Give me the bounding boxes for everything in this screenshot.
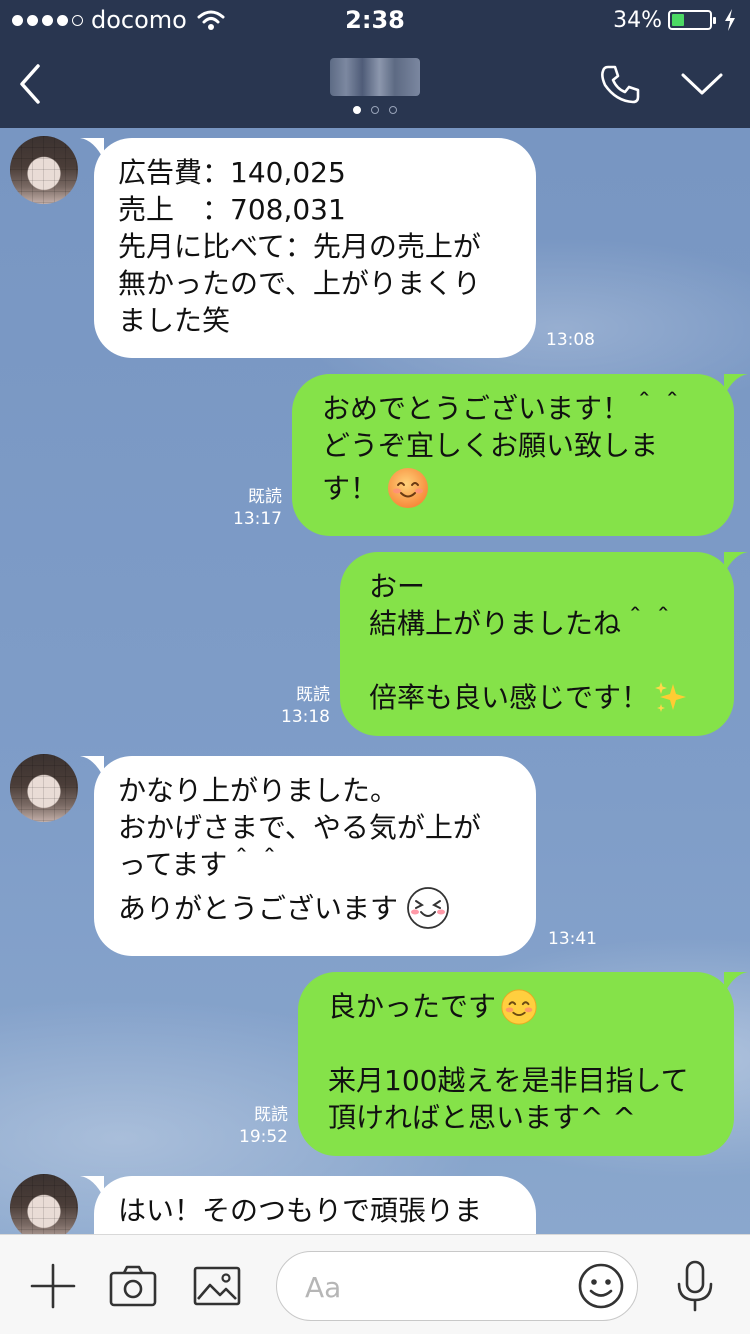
message-input-bar: Aa: [0, 1234, 750, 1334]
image-icon[interactable]: [192, 1261, 242, 1311]
avatar[interactable]: [10, 136, 78, 204]
message-bubble-outgoing[interactable]: おめでとうございます！＾＾ どうぞ宜しくお願い致しま す！: [292, 374, 748, 536]
message-line: 広告費：140,025: [118, 156, 346, 189]
message-line: す！: [322, 471, 379, 505]
message-line: かなり上がりました。: [118, 774, 399, 807]
bubble-tail: [724, 972, 748, 994]
blushing-face-emoji: [501, 988, 537, 1025]
message-line: 売上 ：708,031: [118, 193, 346, 226]
chat-header: [0, 40, 750, 128]
message-bubble-outgoing[interactable]: 良かったです 来月100越えを是非目指して 頂ければと思います^ ^: [298, 972, 748, 1156]
bubble-tail: [80, 1176, 104, 1198]
message-line: 倍率も良い感じです！: [369, 681, 650, 714]
message-line: おかげさまで、やる気が上が: [118, 811, 481, 844]
message-line: 結構上がりましたね＾＾: [369, 607, 678, 640]
message-list[interactable]: 広告費：140,025 売上 ：708,031 先月に比べて：先月の売上が 無か…: [0, 128, 750, 1234]
message-line: ました笑: [118, 304, 231, 337]
page-dot: [371, 106, 379, 114]
read-label: 既読: [248, 487, 282, 507]
smiling-face-emoji: [388, 468, 429, 508]
message-line: [328, 1025, 710, 1062]
bubble-tail: [80, 138, 104, 160]
emoji-icon[interactable]: [577, 1262, 625, 1310]
avatar[interactable]: [10, 1174, 78, 1234]
camera-icon[interactable]: [108, 1261, 158, 1311]
read-label: 既読: [296, 685, 330, 705]
message-line: ってます＾＾: [118, 848, 284, 881]
battery-fill: [672, 14, 684, 26]
bubble-tail: [724, 552, 748, 574]
message-input-placeholder: Aa: [305, 1271, 342, 1304]
status-right: 34%: [613, 6, 736, 34]
message-input[interactable]: Aa: [276, 1251, 638, 1321]
bubble-tail: [724, 374, 748, 396]
message-timestamp: 19:52: [239, 1127, 288, 1147]
page-dot-active: [353, 106, 361, 114]
message-line: 無かったので、上がりまくり: [118, 267, 481, 300]
plus-icon[interactable]: [28, 1261, 78, 1311]
status-bar: docomo 2:38 34%: [0, 0, 750, 40]
message-bubble-incoming[interactable]: かなり上がりました。 おかげさまで、やる気が上が ってます＾＾ ありがとうござい…: [80, 756, 536, 956]
message-line: 来月100越えを是非目指して: [328, 1064, 689, 1097]
message-line: おめでとうございます！＾＾: [322, 392, 687, 425]
message-line: ありがとうございます: [118, 891, 399, 925]
message-read-receipt: 既読 19:52: [206, 1104, 288, 1148]
charging-bolt-icon: [725, 9, 735, 31]
battery-icon: [668, 10, 716, 30]
message-bubble-incoming[interactable]: 広告費：140,025 売上 ：708,031 先月に比べて：先月の売上が 無か…: [80, 138, 536, 358]
message-timestamp: 13:18: [281, 707, 330, 727]
chevron-down-icon[interactable]: [678, 66, 726, 102]
bubble-tail: [80, 756, 104, 778]
page-indicator: [0, 106, 750, 114]
message-read-receipt: 既読 13:17: [200, 486, 282, 530]
laughing-face-emoji: [407, 887, 449, 929]
message-timestamp: 13:17: [233, 509, 282, 529]
battery-percent: 34%: [613, 7, 662, 33]
phone-icon[interactable]: [598, 62, 642, 106]
microphone-icon[interactable]: [670, 1259, 720, 1313]
sparkles-emoji: [655, 681, 687, 712]
message-line: 先月に比べて：先月の売上が: [118, 230, 481, 263]
message-timestamp: 13:41: [548, 929, 597, 949]
message-line: おー: [369, 570, 426, 603]
message-line: 良かったです: [328, 990, 497, 1023]
message-bubble-incoming[interactable]: はい！そのつもりで頑張りま: [80, 1176, 536, 1234]
avatar[interactable]: [10, 754, 78, 822]
page-dot: [389, 106, 397, 114]
message-line: 頂ければと思います^ ^: [328, 1101, 636, 1134]
message-line: [369, 642, 710, 679]
message-bubble-outgoing[interactable]: おー 結構上がりましたね＾＾ 倍率も良い感じです！: [340, 552, 748, 736]
message-timestamp: 13:08: [546, 330, 595, 350]
message-read-receipt: 既読 13:18: [248, 684, 330, 728]
read-label: 既読: [254, 1105, 288, 1125]
contact-name-blurred[interactable]: [330, 58, 420, 96]
message-line: どうぞ宜しくお願い致しま: [322, 429, 659, 462]
back-chevron-icon[interactable]: [14, 60, 48, 108]
message-line: はい！そのつもりで頑張りま: [118, 1194, 483, 1227]
